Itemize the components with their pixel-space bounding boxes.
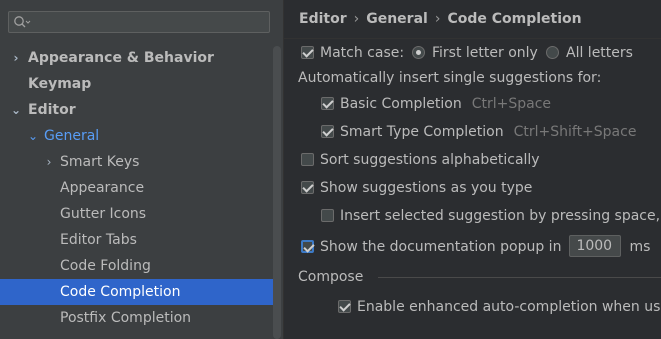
tree-item-code-folding[interactable]: Code Folding	[0, 253, 281, 279]
breadcrumb: Editor › General › Code Completion	[299, 9, 582, 29]
smart-type-completion-row: Smart Type Completion Ctrl+Shift+Space	[321, 121, 636, 143]
match-case-checkbox[interactable]	[301, 45, 314, 59]
match-case-label[interactable]: Match case:	[320, 45, 404, 61]
chevron-right-icon[interactable]: ›	[10, 45, 22, 71]
documentation-popup-checkbox[interactable]	[301, 239, 314, 253]
chevron-down-icon[interactable]: ⌄	[10, 97, 22, 123]
tree-item-label: Smart Keys	[60, 154, 140, 170]
sort-alphabetically-checkbox[interactable]	[301, 152, 314, 166]
basic-completion-checkbox[interactable]	[321, 96, 334, 110]
enhanced-autocompletion-checkbox[interactable]	[338, 299, 351, 313]
match-case-row: Match case:	[301, 42, 404, 64]
tree-item-label: Postfix Completion	[60, 310, 192, 326]
tree-item-editor[interactable]: ⌄ Editor	[0, 97, 281, 123]
smart-type-completion-shortcut: Ctrl+Shift+Space	[513, 124, 637, 140]
tree-item-appearance-behavior[interactable]: › Appearance & Behavior	[0, 45, 281, 71]
header-divider	[284, 38, 661, 39]
tree-item-label: General	[44, 128, 100, 144]
tree-item-code-completion[interactable]: Code Completion	[0, 279, 281, 305]
breadcrumb-separator: ›	[434, 11, 441, 27]
basic-completion-row: Basic Completion Ctrl+Space	[321, 93, 551, 115]
show-as-you-type-row: Show suggestions as you type	[301, 177, 532, 199]
tree-item-label: Appearance	[60, 180, 145, 196]
show-as-you-type-label[interactable]: Show suggestions as you type	[320, 180, 532, 196]
documentation-popup-row: Show the documentation popup in 1000 ms	[301, 235, 651, 258]
insert-by-space-label[interactable]: Insert selected suggestion by pressing s…	[340, 208, 661, 224]
insert-by-space-row: Insert selected suggestion by pressing s…	[321, 205, 661, 227]
breadcrumb-code-completion: Code Completion	[447, 11, 582, 27]
tree-item-label: Code Completion	[60, 284, 181, 300]
sort-alphabetically-row: Sort suggestions alphabetically	[301, 149, 540, 171]
tree-item-postfix-completion[interactable]: Postfix Completion	[0, 305, 281, 331]
sidebar-scrollbar[interactable]	[273, 46, 281, 339]
tree-item-label: Appearance & Behavior	[28, 50, 214, 66]
tree-item-label: Code Folding	[60, 258, 151, 274]
tree-item-label: Gutter Icons	[60, 206, 147, 222]
tree-item-editor-tabs[interactable]: Editor Tabs	[0, 227, 281, 253]
basic-completion-label[interactable]: Basic Completion	[340, 96, 462, 112]
all-letters-radio[interactable]	[546, 45, 559, 59]
tree-item-label: Keymap	[28, 76, 92, 92]
settings-content: Editor › General › Code Completion Match cas…	[284, 0, 661, 339]
search-input[interactable]	[35, 13, 265, 31]
chevron-down-icon[interactable]: ⌄	[27, 123, 39, 149]
tree-item-gutter-icons[interactable]: Gutter Icons	[0, 201, 281, 227]
all-letters-option[interactable]: All letters	[546, 42, 633, 64]
tree-item-smart-keys[interactable]: › Smart Keys	[0, 149, 281, 175]
tree-item-label: Editor	[28, 102, 76, 118]
compose-section-divider	[378, 277, 661, 278]
breadcrumb-editor: Editor	[299, 11, 347, 27]
chevron-right-icon[interactable]: ›	[43, 149, 55, 175]
documentation-delay-input[interactable]: 1000	[569, 235, 622, 257]
first-letter-only-label[interactable]: First letter only	[432, 45, 538, 61]
breadcrumb-separator: ›	[353, 11, 360, 27]
first-letter-only-option[interactable]: First letter only	[412, 42, 538, 64]
basic-completion-shortcut: Ctrl+Space	[471, 96, 552, 112]
tree-item-appearance[interactable]: Appearance	[0, 175, 281, 201]
documentation-delay-unit: ms	[629, 239, 651, 255]
settings-sidebar: › Appearance & Behavior Keymap ⌄ Editor …	[0, 0, 283, 339]
compose-section-title: Compose	[298, 269, 364, 285]
tree-item-label: Editor Tabs	[60, 232, 137, 248]
breadcrumb-general: General	[366, 11, 428, 27]
enhanced-autocompletion-label[interactable]: Enable enhanced auto-completion when usi…	[357, 299, 661, 315]
all-letters-label[interactable]: All letters	[566, 45, 633, 61]
insert-by-space-checkbox[interactable]	[321, 208, 334, 222]
search-field[interactable]	[8, 11, 270, 33]
auto-insert-header: Automatically insert single suggestions …	[298, 70, 602, 86]
smart-type-completion-label[interactable]: Smart Type Completion	[340, 124, 504, 140]
enhanced-autocompletion-row: Enable enhanced auto-completion when usi…	[338, 296, 661, 318]
tree-item-general[interactable]: ⌄ General	[0, 123, 281, 149]
compose-section: Compose	[298, 266, 661, 288]
smart-type-completion-checkbox[interactable]	[321, 124, 334, 138]
show-as-you-type-checkbox[interactable]	[301, 180, 314, 194]
documentation-popup-label[interactable]: Show the documentation popup in	[320, 239, 561, 255]
first-letter-only-radio[interactable]	[412, 45, 425, 59]
search-icon	[14, 16, 31, 28]
sort-alphabetically-label[interactable]: Sort suggestions alphabetically	[320, 152, 540, 168]
tree-item-keymap[interactable]: Keymap	[0, 71, 281, 97]
